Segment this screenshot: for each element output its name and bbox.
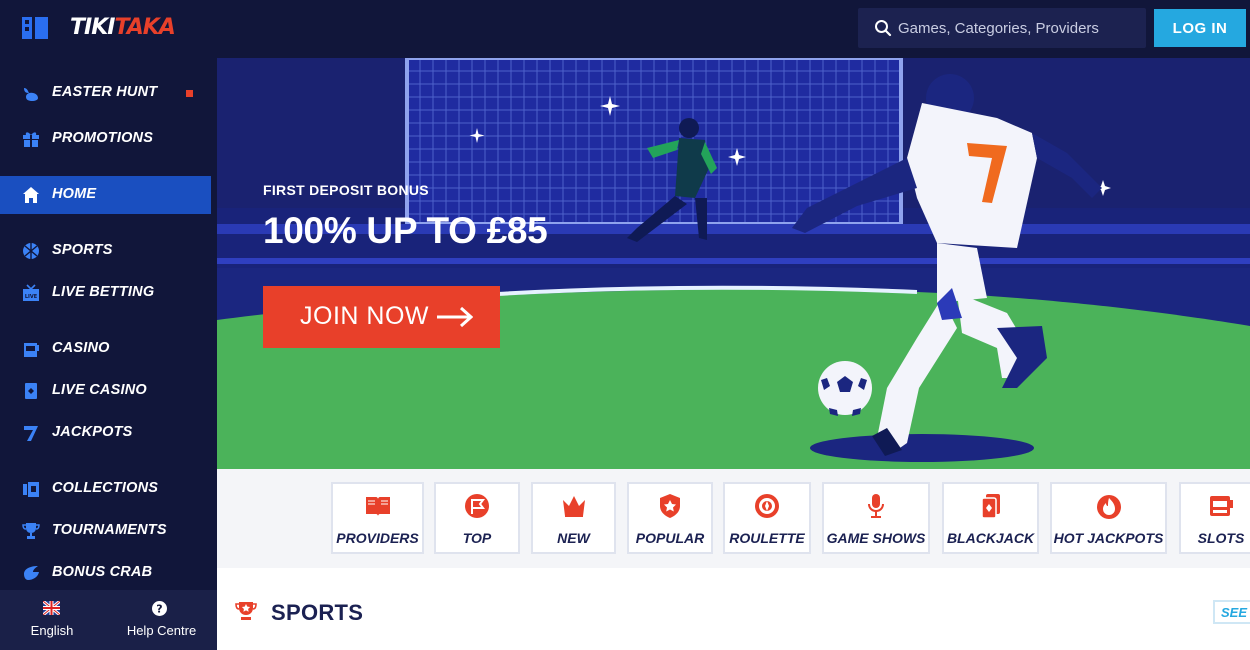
see-all-link[interactable]: SEE ALL xyxy=(1213,600,1250,624)
login-button[interactable]: LOG IN xyxy=(1154,9,1246,47)
join-now-button[interactable]: JOIN NOW xyxy=(263,286,500,348)
hero-illustration xyxy=(217,58,1250,469)
category-label: BLACKJACK xyxy=(946,530,1035,546)
bunny-icon xyxy=(24,88,38,101)
help-centre-link[interactable]: ? Help Centre xyxy=(106,590,217,650)
shield-star-icon xyxy=(660,494,680,518)
sidebar-item-casino[interactable]: CASINO xyxy=(0,330,211,368)
live-tv-icon: LIVE xyxy=(23,284,39,301)
sidebar-item-label: LIVE BETTING xyxy=(52,284,155,300)
category-label: SLOTS xyxy=(1197,530,1245,546)
sidebar-item-collections[interactable]: COLLECTIONS xyxy=(0,470,211,508)
flag-icon xyxy=(465,494,489,518)
svg-text:?: ? xyxy=(156,603,162,616)
sidebar-item-live-casino[interactable]: LIVE CASINO xyxy=(0,372,211,410)
sidebar-item-label: CASINO xyxy=(52,340,110,356)
gift-icon xyxy=(23,132,39,147)
category-providers[interactable]: PROVIDERS xyxy=(331,482,424,554)
sidebar-item-live-betting[interactable]: LIVE LIVE BETTING xyxy=(0,274,211,312)
category-label: GAME SHOWS xyxy=(826,530,926,546)
home-icon xyxy=(23,187,39,203)
join-now-label: JOIN NOW xyxy=(300,302,429,330)
logo-part-1: TIKI xyxy=(70,15,115,40)
category-label: PROVIDERS xyxy=(336,530,419,546)
uk-flag-icon xyxy=(43,601,60,615)
logo[interactable]: TIKITAKA xyxy=(70,15,176,40)
collections-icon xyxy=(23,482,39,497)
category-hot-jackpots[interactable]: HOT JACKPOTS xyxy=(1050,482,1167,554)
category-roulette[interactable]: ROULETTE xyxy=(723,482,811,554)
sidebar-item-jackpots[interactable]: JACKPOTS xyxy=(0,414,211,452)
sidebar-item-label: JACKPOTS xyxy=(52,424,133,440)
sidebar: EASTER HUNT PROMOTIONS HOME SPORTS LIVE … xyxy=(0,58,217,650)
top-bar: TIKITAKA LOG IN xyxy=(0,0,1250,58)
cards-icon xyxy=(980,494,1000,519)
sidebar-item-label: EASTER HUNT xyxy=(52,84,158,100)
language-label: English xyxy=(30,623,74,638)
trophy-star-icon xyxy=(235,602,257,620)
card-icon xyxy=(25,383,37,399)
help-icon: ? xyxy=(152,601,167,616)
category-label: HOT JACKPOTS xyxy=(1053,530,1164,546)
sidebar-item-tournaments[interactable]: TOURNAMENTS xyxy=(0,512,211,550)
category-slots[interactable]: SLOTS xyxy=(1179,482,1250,554)
arrow-right-icon xyxy=(437,306,473,328)
notification-badge xyxy=(186,90,193,97)
sidebar-item-promotions[interactable]: PROMOTIONS xyxy=(0,120,211,158)
hero-kicker: FIRST DEPOSIT BONUS xyxy=(263,182,429,198)
crown-icon xyxy=(562,496,585,517)
book-icon xyxy=(365,497,390,516)
category-label: NEW xyxy=(557,530,590,546)
sports-section-title: SPORTS xyxy=(271,600,364,625)
category-label: TOP xyxy=(462,530,492,546)
sidebar-item-easter-hunt[interactable]: EASTER HUNT xyxy=(0,74,211,112)
ball-icon xyxy=(23,243,39,259)
logo-mark-icon[interactable] xyxy=(22,17,48,39)
trophy-icon xyxy=(22,523,40,539)
category-blackjack[interactable]: BLACKJACK xyxy=(942,482,1039,554)
crab-icon xyxy=(24,566,39,580)
sidebar-item-label: COLLECTIONS xyxy=(52,480,159,496)
fire-icon xyxy=(1096,495,1121,519)
seven-icon xyxy=(24,426,38,441)
sidebar-item-label: PROMOTIONS xyxy=(52,130,154,146)
sidebar-item-bonus-crab[interactable]: BONUS CRAB xyxy=(0,554,211,592)
category-label: ROULETTE xyxy=(729,530,805,546)
slot-icon xyxy=(1210,496,1233,516)
svg-text:LIVE: LIVE xyxy=(25,294,38,300)
search-icon xyxy=(875,20,892,37)
sidebar-footer: English ? Help Centre xyxy=(0,590,217,650)
hero-title: 100% UP TO £85 xyxy=(263,210,548,251)
sidebar-item-home[interactable]: HOME xyxy=(0,176,211,214)
sidebar-item-sports[interactable]: SPORTS xyxy=(0,232,211,270)
category-top[interactable]: TOP xyxy=(434,482,520,554)
search-box[interactable] xyxy=(858,8,1146,48)
roulette-icon xyxy=(755,494,779,518)
slot-machine-icon xyxy=(24,343,39,357)
microphone-icon xyxy=(868,494,884,518)
sidebar-item-label: HOME xyxy=(52,186,97,202)
category-strip: PROVIDERS TOP NEW POPULAR ROULETTE GAME … xyxy=(217,469,1250,568)
sidebar-item-label: BONUS CRAB xyxy=(52,564,153,580)
logo-part-2: TAKA xyxy=(114,15,175,40)
hero-banner[interactable]: FIRST DEPOSIT BONUS 100% UP TO £85 JOIN … xyxy=(217,58,1250,469)
sports-section: SPORTS SEE ALL xyxy=(217,568,1250,650)
help-label: Help Centre xyxy=(126,623,197,638)
sidebar-item-label: LIVE CASINO xyxy=(52,382,147,398)
category-new[interactable]: NEW xyxy=(531,482,616,554)
sidebar-item-label: TOURNAMENTS xyxy=(52,522,167,538)
category-popular[interactable]: POPULAR xyxy=(627,482,713,554)
category-game-shows[interactable]: GAME SHOWS xyxy=(822,482,930,554)
language-selector[interactable]: English xyxy=(0,590,104,650)
category-label: POPULAR xyxy=(635,530,705,546)
sidebar-item-label: SPORTS xyxy=(52,242,113,258)
search-input[interactable] xyxy=(898,8,1138,48)
